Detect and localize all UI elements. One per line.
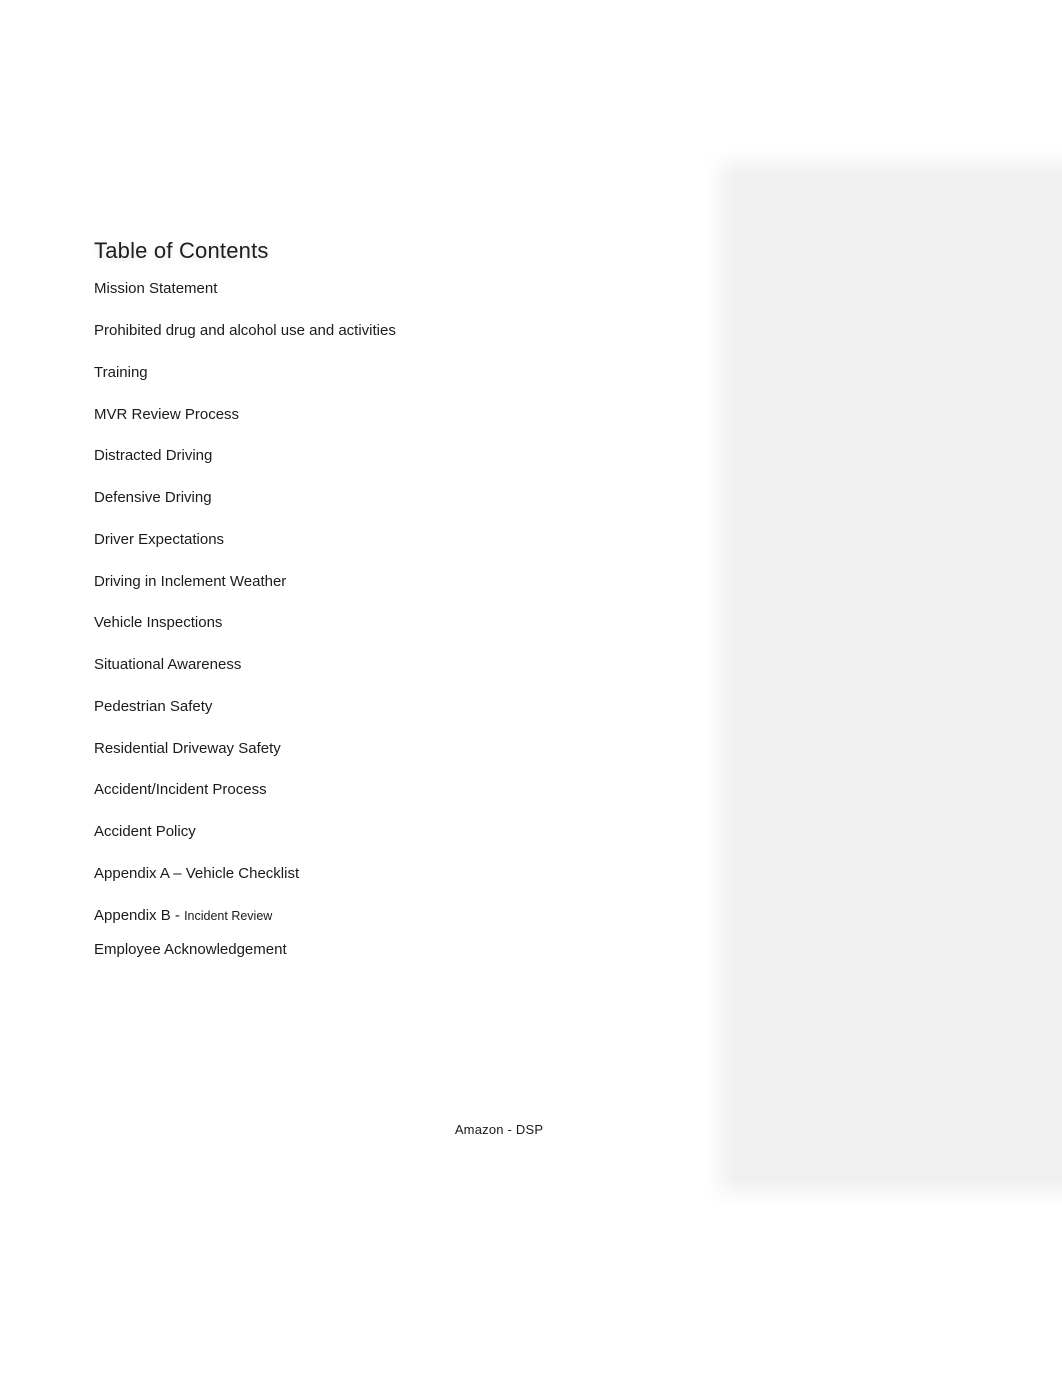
toc-item-situational-awareness[interactable]: Situational Awareness xyxy=(94,656,694,675)
toc-item-appendix-b-incident-review[interactable]: Appendix B - Incident Review xyxy=(94,907,694,926)
table-of-contents: Table of Contents Mission Statement Proh… xyxy=(94,238,694,960)
toc-item-prohibited-drug-and-alcohol-use[interactable]: Prohibited drug and alcohol use and acti… xyxy=(94,322,694,341)
toc-item-accident-incident-process[interactable]: Accident/Incident Process xyxy=(94,781,694,800)
toc-item-mvr-review-process[interactable]: MVR Review Process xyxy=(94,406,694,425)
toc-item-defensive-driving[interactable]: Defensive Driving xyxy=(94,489,694,508)
toc-item-appendix-a-vehicle-checklist[interactable]: Appendix A – Vehicle Checklist xyxy=(94,865,694,884)
toc-item-label: Vehicle Inspections xyxy=(94,614,223,632)
toc-item-driver-expectations[interactable]: Driver Expectations xyxy=(94,531,694,550)
document-page: Table of Contents Mission Statement Proh… xyxy=(0,0,1062,1376)
toc-item-label: MVR Review Process xyxy=(94,405,240,423)
toc-item-distracted-driving[interactable]: Distracted Driving xyxy=(94,447,694,466)
toc-item-label: Accident Policy xyxy=(94,823,196,841)
toc-item-label: Residential Driveway Safety xyxy=(94,739,281,757)
toc-item-label: Mission Statement xyxy=(94,280,218,298)
toc-list: Mission Statement Prohibited drug and al… xyxy=(94,280,694,960)
toc-item-label: Distracted Driving xyxy=(94,447,213,465)
toc-item-label: Driver Expectations xyxy=(94,530,225,548)
toc-item-label: Prohibited drug and alcohol use and acti… xyxy=(94,322,396,340)
toc-item-label: Appendix B - xyxy=(94,906,185,924)
toc-item-mission-statement[interactable]: Mission Statement xyxy=(94,280,694,299)
toc-item-label: Situational Awareness xyxy=(94,656,242,674)
toc-item-training[interactable]: Training xyxy=(94,364,694,383)
toc-item-accident-policy[interactable]: Accident Policy xyxy=(94,823,694,842)
toc-item-residential-driveway-safety[interactable]: Residential Driveway Safety xyxy=(94,740,694,759)
right-grey-panel xyxy=(705,150,1062,1205)
toc-item-sublabel: Incident Review xyxy=(184,908,273,923)
footer-label: Amazon - DSP xyxy=(454,1122,544,1137)
toc-item-employee-acknowledgement[interactable]: Employee Acknowledgement xyxy=(94,941,694,960)
toc-item-label: Pedestrian Safety xyxy=(94,697,213,715)
toc-item-label: Appendix A – Vehicle Checklist xyxy=(94,864,300,882)
toc-item-vehicle-inspections[interactable]: Vehicle Inspections xyxy=(94,614,694,633)
toc-item-label: Defensive Driving xyxy=(94,489,212,507)
toc-item-label: Employee Acknowledgement xyxy=(94,941,287,959)
toc-item-label: Accident/Incident Process xyxy=(94,781,267,799)
toc-item-label: Training xyxy=(94,363,148,381)
toc-item-label: Driving in Inclement Weather xyxy=(94,572,287,590)
toc-item-pedestrian-safety[interactable]: Pedestrian Safety xyxy=(94,698,694,717)
page-title: Table of Contents xyxy=(94,238,269,263)
page-footer: Amazon - DSP xyxy=(0,1121,1062,1139)
toc-item-driving-in-inclement-weather[interactable]: Driving in Inclement Weather xyxy=(94,573,694,592)
